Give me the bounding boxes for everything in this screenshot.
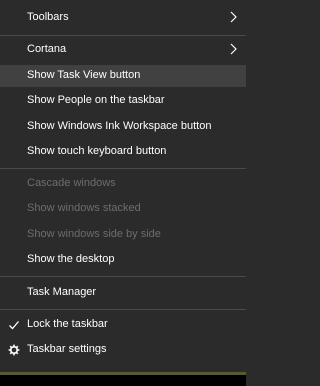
menu-separator xyxy=(0,35,246,36)
taskbar-context-menu: Toolbars Cortana Show Task View button S… xyxy=(0,0,246,372)
menu-item-label: Cascade windows xyxy=(27,177,116,189)
menu-item-show-windows-stacked: Show windows stacked xyxy=(0,198,246,220)
menu-item-label: Task Manager xyxy=(27,286,97,298)
gear-icon xyxy=(8,344,20,356)
checkmark-icon xyxy=(8,319,20,331)
menu-item-label: Show Windows Ink Workspace button xyxy=(27,120,212,132)
menu-item-label: Show Task View button xyxy=(27,69,141,81)
menu-item-label: Taskbar settings xyxy=(27,343,107,355)
menu-item-show-windows-side-by-side: Show windows side by side xyxy=(0,224,246,246)
chevron-right-icon xyxy=(230,43,238,55)
taskbar[interactable] xyxy=(0,372,246,386)
menu-item-taskbar-settings[interactable]: Taskbar settings xyxy=(0,339,246,361)
menu-item-label: Cortana xyxy=(27,43,67,55)
menu-separator xyxy=(0,168,246,169)
menu-item-cascade-windows: Cascade windows xyxy=(0,173,246,195)
menu-item-label: Toolbars xyxy=(27,11,69,23)
menu-item-show-people[interactable]: Show People on the taskbar xyxy=(0,90,246,112)
menu-item-lock-taskbar[interactable]: Lock the taskbar xyxy=(0,314,246,336)
menu-item-label: Show windows stacked xyxy=(27,202,141,214)
menu-item-label: Show touch keyboard button xyxy=(27,145,167,157)
menu-item-show-ink-workspace[interactable]: Show Windows Ink Workspace button xyxy=(0,116,246,138)
menu-item-show-touch-keyboard[interactable]: Show touch keyboard button xyxy=(0,141,246,163)
menu-separator xyxy=(0,309,246,310)
menu-separator xyxy=(0,276,246,277)
menu-item-task-manager[interactable]: Task Manager xyxy=(0,282,246,304)
menu-item-show-desktop[interactable]: Show the desktop xyxy=(0,249,246,271)
menu-item-cortana[interactable]: Cortana xyxy=(0,39,246,61)
chevron-right-icon xyxy=(230,11,238,23)
menu-item-label: Show windows side by side xyxy=(27,228,161,240)
menu-item-toolbars[interactable]: Toolbars xyxy=(0,7,246,29)
menu-item-label: Show the desktop xyxy=(27,253,115,265)
taskbar-highlight xyxy=(0,372,246,375)
menu-item-show-task-view[interactable]: Show Task View button xyxy=(0,65,246,87)
menu-item-label: Show People on the taskbar xyxy=(27,94,165,106)
menu-item-label: Lock the taskbar xyxy=(27,318,108,330)
